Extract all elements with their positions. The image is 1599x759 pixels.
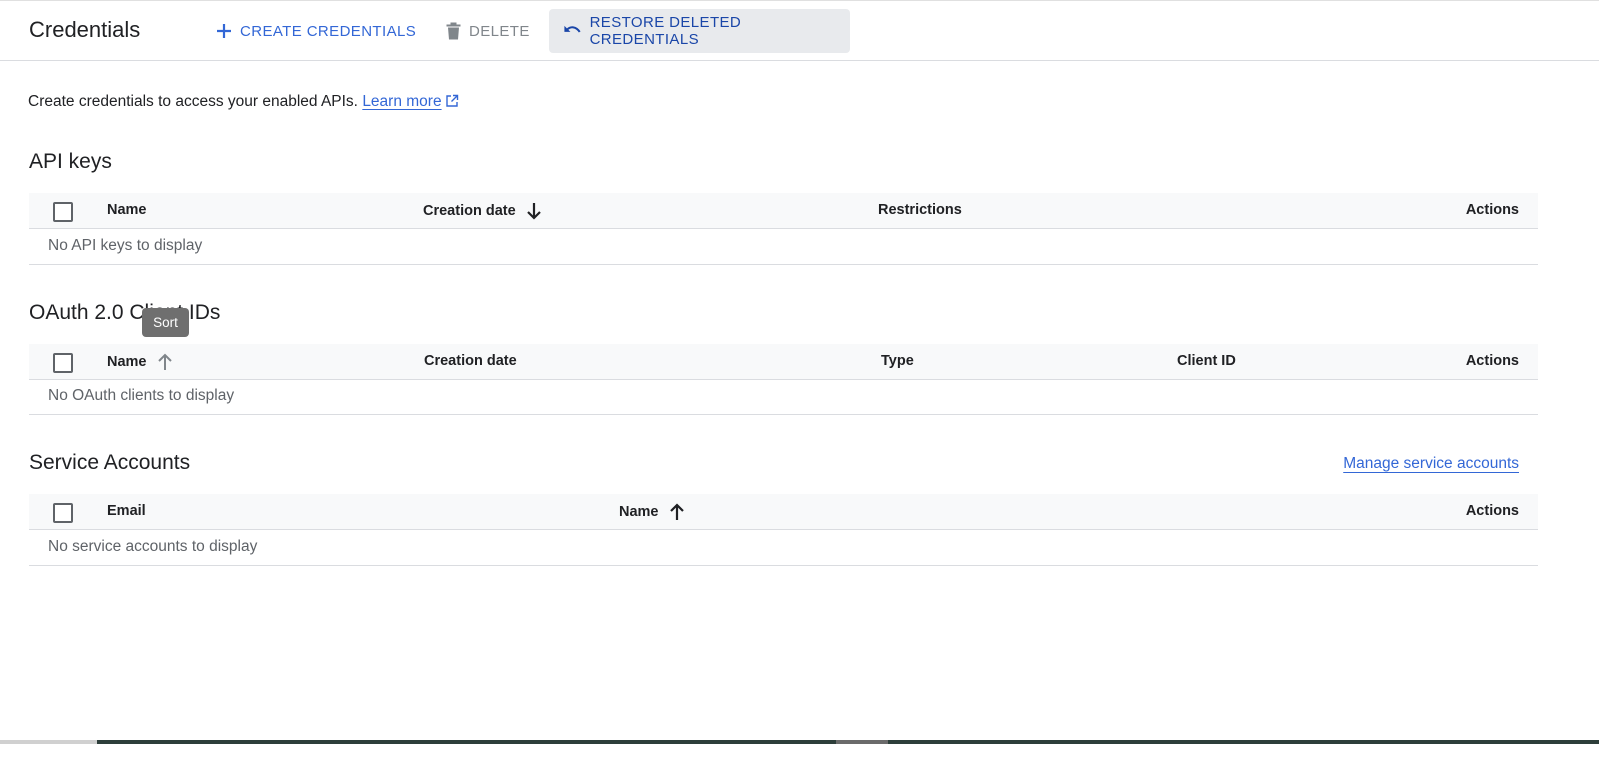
- col-restrictions-label: Restrictions: [878, 202, 962, 218]
- api-keys-empty-row: No API keys to display: [29, 229, 1538, 265]
- delete-label: DELETE: [469, 22, 530, 40]
- api-keys-title: API keys: [29, 150, 112, 173]
- sort-arrow-up-icon[interactable]: [157, 353, 173, 371]
- top-toolbar: Credentials CREATE CREDENTIALS DELETE RE…: [0, 0, 1599, 61]
- bottom-strip-segment: [836, 740, 888, 744]
- col-creation-date[interactable]: Creation date: [423, 202, 542, 220]
- create-credentials-button[interactable]: CREATE CREDENTIALS: [202, 9, 430, 53]
- col-creation-date[interactable]: Creation date: [424, 353, 517, 369]
- col-restrictions[interactable]: Restrictions: [878, 202, 962, 218]
- learn-more-label: Learn more: [362, 93, 442, 110]
- delete-button[interactable]: DELETE: [432, 9, 544, 53]
- col-name[interactable]: Name: [107, 353, 173, 371]
- col-actions: Actions: [1466, 202, 1519, 218]
- col-actions: Actions: [1466, 353, 1519, 369]
- col-actions: Actions: [1466, 503, 1519, 519]
- col-email-label: Email: [107, 503, 146, 519]
- col-client-id-label: Client ID: [1177, 353, 1236, 369]
- oauth-select-all-checkbox[interactable]: [53, 353, 73, 373]
- restore-deleted-credentials-button[interactable]: RESTORE DELETED CREDENTIALS: [549, 9, 850, 53]
- external-link-icon: [445, 94, 458, 107]
- service-accounts-empty-text: No service accounts to display: [48, 538, 258, 555]
- oauth-title: OAuth 2.0 Client IDs: [29, 301, 221, 324]
- api-keys-empty-text: No API keys to display: [48, 237, 203, 254]
- api-keys-select-all-checkbox[interactable]: [53, 202, 73, 222]
- service-accounts-header-row: Email Name Actions: [29, 494, 1538, 530]
- service-accounts-select-all-checkbox[interactable]: [53, 503, 73, 523]
- trash-icon: [446, 22, 461, 40]
- manage-service-accounts-link[interactable]: Manage service accounts: [1343, 455, 1519, 473]
- intro-text: Create credentials to access your enable…: [28, 93, 459, 111]
- col-name-label: Name: [107, 354, 147, 370]
- col-name[interactable]: Name: [619, 503, 685, 521]
- col-name-label: Name: [107, 202, 147, 218]
- col-client-id[interactable]: Client ID: [1177, 353, 1236, 369]
- col-type[interactable]: Type: [881, 353, 914, 369]
- col-name[interactable]: Name: [107, 202, 147, 218]
- col-actions-label: Actions: [1465, 353, 1519, 369]
- service-accounts-title: Service Accounts: [29, 451, 191, 474]
- restore-label: RESTORE DELETED CREDENTIALS: [589, 14, 742, 48]
- oauth-empty-text: No OAuth clients to display: [48, 387, 235, 404]
- intro-sentence: Create credentials to access your enable…: [28, 93, 358, 110]
- col-name-label: Name: [619, 504, 659, 520]
- col-email[interactable]: Email: [107, 503, 146, 519]
- learn-more-link[interactable]: Learn more: [362, 93, 441, 110]
- create-credentials-label: CREATE CREDENTIALS: [240, 22, 417, 40]
- service-accounts-empty-row: No service accounts to display: [29, 530, 1538, 566]
- api-keys-header-row: Name Creation date Restrictions Actions: [29, 193, 1538, 229]
- sort-arrow-down-icon[interactable]: [526, 202, 542, 220]
- col-creation-date-label: Creation date: [424, 353, 517, 369]
- col-actions-label: Actions: [1465, 202, 1519, 218]
- plus-icon: [217, 24, 231, 38]
- sort-arrow-up-icon[interactable]: [669, 503, 685, 521]
- undo-icon: [564, 25, 581, 33]
- oauth-empty-row: No OAuth clients to display: [29, 379, 1538, 415]
- sort-tooltip: Sort: [142, 308, 189, 337]
- col-creation-date-label: Creation date: [423, 203, 516, 219]
- oauth-header-row: Name Creation date Type Client ID Action…: [29, 344, 1538, 380]
- col-actions-label: Actions: [1465, 503, 1519, 519]
- page-title: Credentials: [29, 17, 141, 42]
- bottom-strip-left: [0, 740, 97, 744]
- col-type-label: Type: [881, 353, 914, 369]
